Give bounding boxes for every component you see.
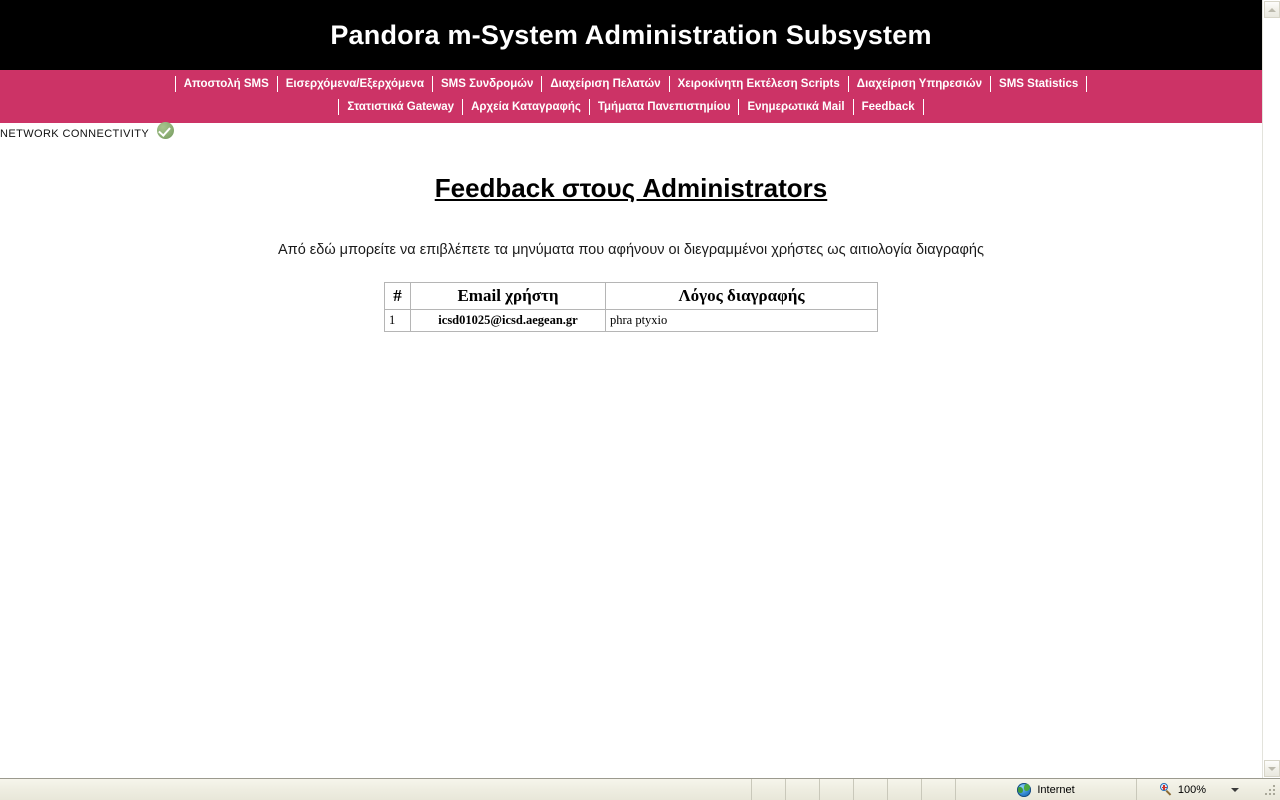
status-segment — [820, 779, 854, 800]
nav-row-primary: Αποστολή SMS Εισερχόμενα/Εξερχόμενα SMS … — [0, 76, 1262, 92]
nav-item-diaxeirisi-pelaton[interactable]: Διαχείριση Πελατών — [542, 76, 670, 92]
status-segment — [752, 779, 786, 800]
scroll-down-button[interactable] — [1264, 760, 1280, 777]
browser-status-bar: Internet 100% — [0, 778, 1280, 800]
nav-item-diaxeirisi-ypiresion[interactable]: Διαχείριση Υπηρεσιών — [849, 76, 992, 92]
nav-item-statistika-gateway[interactable]: Στατιστικά Gateway — [338, 99, 464, 115]
check-circle-icon — [157, 121, 175, 139]
nav-item-eiserxomena-exerxomena[interactable]: Εισερχόμενα/Εξερχόμενα — [278, 76, 434, 92]
security-zone-indicator[interactable]: Internet — [956, 779, 1137, 800]
page-viewport: Pandora m-System Administration Subsyste… — [0, 0, 1262, 778]
globe-icon — [1017, 782, 1032, 797]
cell-index: 1 — [384, 309, 411, 332]
nav-row-secondary: Στατιστικά Gateway Αρχεία Καταγραφής Τμή… — [0, 99, 1262, 115]
cell-email: icsd01025@icsd.aegean.gr — [410, 309, 606, 332]
column-header-email: Email χρήστη — [410, 282, 606, 310]
magnifier-plus-icon — [1159, 783, 1173, 796]
network-connectivity-label: NETWORK CONNECTIVITY — [0, 128, 150, 140]
chevron-down-icon[interactable] — [1231, 787, 1240, 792]
nav-item-enimerotika-mail[interactable]: Ενημερωτικά Mail — [739, 99, 854, 115]
scroll-up-button[interactable] — [1264, 1, 1280, 18]
table-row: 1 icsd01025@icsd.aegean.gr phra ptyxio — [384, 309, 878, 332]
feedback-table: # Email χρήστη Λόγος διαγραφής 1 icsd010… — [384, 282, 878, 332]
scrollbar-track[interactable] — [1264, 19, 1279, 759]
nav-item-apostoli-sms[interactable]: Αποστολή SMS — [174, 76, 278, 92]
vertical-scrollbar[interactable] — [1262, 0, 1280, 778]
zoom-level-label: 100% — [1177, 783, 1207, 796]
table-header-row: # Email χρήστη Λόγος διαγραφής — [384, 282, 878, 310]
page-subtitle: Από εδώ μπορείτε να επιβλέπετε τα μηνύμα… — [278, 242, 984, 258]
nav-item-sms-statistics[interactable]: SMS Statistics — [991, 76, 1088, 92]
feedback-table-container: # Email χρήστη Λόγος διαγραφής 1 icsd010… — [0, 258, 1262, 332]
nav-item-sms-syndromon[interactable]: SMS Συνδρομών — [433, 76, 543, 92]
chevron-down-icon — [1268, 766, 1276, 771]
nav-item-xeirokinhth-ektelesh-scripts[interactable]: Χειροκίνητη Εκτέλεση Scripts — [670, 76, 849, 92]
window-resize-grip[interactable] — [1262, 779, 1280, 800]
status-segment — [888, 779, 922, 800]
chevron-up-icon — [1268, 7, 1276, 12]
page-title: Feedback στους Administrators — [434, 173, 828, 203]
site-header: Pandora m-System Administration Subsyste… — [0, 0, 1262, 70]
column-header-reason: Λόγος διαγραφής — [605, 282, 878, 310]
status-message-area — [0, 779, 752, 800]
status-segment — [854, 779, 888, 800]
status-segment — [922, 779, 956, 800]
main-navigation: Αποστολή SMS Εισερχόμενα/Εξερχόμενα SMS … — [0, 70, 1262, 123]
network-connectivity-bar: NETWORK CONNECTIVITY — [0, 121, 1262, 145]
nav-item-tmimata-panepistimiou[interactable]: Τμήματα Πανεπιστημίου — [590, 99, 740, 115]
feedback-table-head: # Email χρήστη Λόγος διαγραφής — [384, 282, 878, 310]
zoom-level-control[interactable]: 100% — [1137, 779, 1262, 800]
browser-window: Pandora m-System Administration Subsyste… — [0, 0, 1280, 800]
feedback-table-body: 1 icsd01025@icsd.aegean.gr phra ptyxio — [384, 309, 878, 332]
main-content: Feedback στους Administrators Από εδώ μπ… — [0, 145, 1262, 332]
security-zone-label: Internet — [1037, 783, 1075, 796]
nav-item-arxeia-katagrafis[interactable]: Αρχεία Καταγραφής — [463, 99, 590, 115]
nav-item-feedback[interactable]: Feedback — [854, 99, 924, 115]
site-title: Pandora m-System Administration Subsyste… — [330, 19, 932, 50]
column-header-index: # — [384, 282, 411, 310]
status-segment — [786, 779, 820, 800]
cell-reason: phra ptyxio — [605, 309, 878, 332]
